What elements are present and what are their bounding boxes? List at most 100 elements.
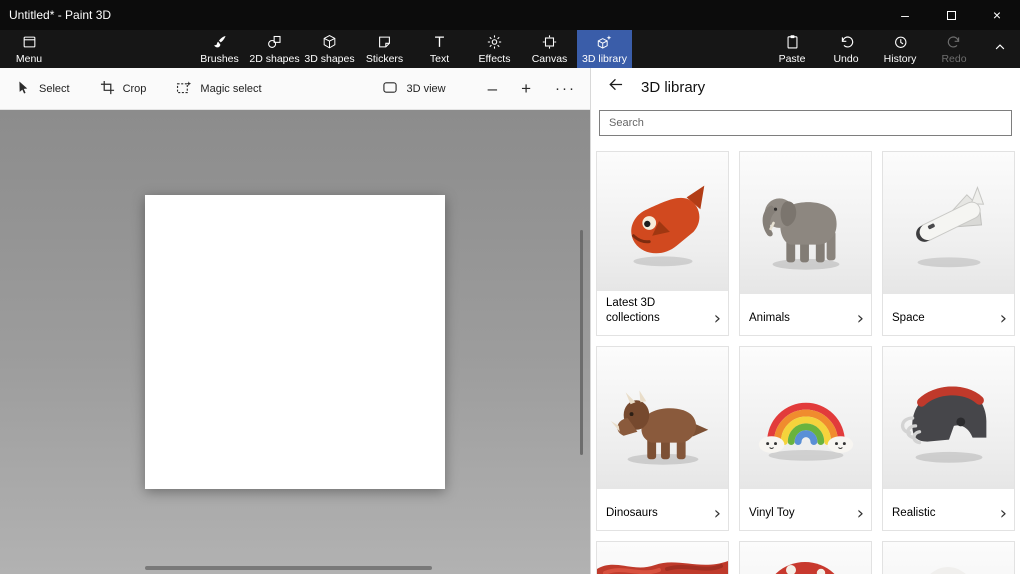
tab-label: Canvas — [532, 53, 568, 65]
paste-button[interactable]: Paste — [765, 30, 819, 68]
history-button[interactable]: History — [873, 30, 927, 68]
card-label: Latest 3D collections — [606, 296, 702, 327]
action-label: Undo — [833, 53, 858, 65]
brush-icon — [211, 34, 228, 50]
tab-canvas[interactable]: Canvas — [522, 30, 577, 68]
tab-stickers[interactable]: Stickers — [357, 30, 412, 68]
tab-effects[interactable]: Effects — [467, 30, 522, 68]
select-tool-label: Select — [39, 83, 70, 95]
selection-tools-group: Select Crop Magic select — [16, 80, 262, 98]
category-card-partial-2[interactable] — [739, 541, 872, 574]
redo-button[interactable]: Redo — [927, 30, 981, 68]
3d-view-icon — [382, 80, 398, 98]
elephant-model-thumbnail — [740, 152, 871, 294]
collapse-ribbon-button[interactable] — [984, 30, 1016, 68]
3d-library-icon — [596, 34, 613, 50]
card-footer: Dinosaurs › — [597, 489, 728, 530]
canvas-horizontal-scrollbar[interactable] — [145, 566, 432, 570]
undo-icon — [838, 34, 855, 50]
category-card-dinosaurs[interactable]: Dinosaurs › — [596, 346, 729, 531]
close-button[interactable]: × — [974, 0, 1020, 30]
category-card-vinyl-toy[interactable]: Vinyl Toy › — [739, 346, 872, 531]
tab-label: 3D library — [582, 53, 627, 65]
paste-icon — [784, 34, 801, 50]
tab-label: Text — [430, 53, 449, 65]
action-label: Paste — [779, 53, 806, 65]
zoom-out-button[interactable]: – — [488, 80, 497, 97]
category-card-latest-3d-collections[interactable]: Latest 3D collections › — [596, 151, 729, 336]
back-arrow-icon — [605, 76, 624, 98]
tab-3d-shapes[interactable]: 3D shapes — [302, 30, 357, 68]
card-label: Animals — [749, 311, 790, 327]
tab-3d-library[interactable]: 3D library — [577, 30, 632, 68]
magic-select-icon — [176, 80, 192, 98]
menu-button[interactable]: Menu — [8, 30, 50, 68]
action-label: History — [884, 53, 917, 65]
category-card-partial-3[interactable] — [882, 541, 1015, 574]
tab-label: 3D shapes — [304, 53, 354, 65]
minimize-icon: – — [901, 7, 909, 23]
chevron-right-icon: › — [1000, 311, 1007, 327]
category-card-partial-1[interactable] — [596, 541, 729, 574]
2d-shapes-icon — [266, 34, 283, 50]
3d-view-label: 3D view — [406, 83, 445, 95]
light-object-model-thumbnail — [883, 542, 1014, 574]
3d-shapes-icon — [321, 34, 338, 50]
rainbow-toy-model-thumbnail — [740, 347, 871, 489]
zoom-in-button[interactable]: + — [521, 80, 531, 97]
library-category-grid: Latest 3D collections › — [596, 151, 1016, 574]
category-card-realistic[interactable]: Realistic › — [882, 346, 1015, 531]
card-footer: Latest 3D collections › — [597, 291, 728, 335]
chevron-right-icon: › — [714, 506, 721, 522]
titlebar: Untitled* - Paint 3D – × — [0, 0, 1020, 30]
tab-label: 2D shapes — [249, 53, 299, 65]
close-icon: × — [993, 7, 1001, 23]
card-label: Realistic — [892, 506, 935, 522]
3d-view-toggle[interactable]: 3D view — [382, 80, 445, 98]
history-icon — [892, 34, 909, 50]
chevron-right-icon: › — [857, 311, 864, 327]
undo-button[interactable]: Undo — [819, 30, 873, 68]
tab-text[interactable]: Text — [412, 30, 467, 68]
tab-label: Effects — [479, 53, 511, 65]
drawing-canvas[interactable] — [145, 195, 445, 489]
menu-label: Menu — [16, 53, 42, 65]
minimize-button[interactable]: – — [882, 0, 928, 30]
chevron-right-icon: › — [857, 506, 864, 522]
triceratops-model-thumbnail — [597, 347, 728, 489]
card-footer: Space › — [883, 294, 1014, 335]
tab-brushes[interactable]: Brushes — [192, 30, 247, 68]
select-cursor-icon — [16, 80, 31, 98]
card-label: Space — [892, 311, 925, 327]
stickers-icon — [376, 34, 393, 50]
red-fabric-model-thumbnail — [597, 542, 728, 574]
category-card-animals[interactable]: Animals › — [739, 151, 872, 336]
select-tool-button[interactable]: Select — [16, 80, 70, 98]
category-card-space[interactable]: Space › — [882, 151, 1015, 336]
crop-icon — [100, 80, 115, 98]
crop-tool-button[interactable]: Crop — [100, 80, 147, 98]
effects-icon — [486, 34, 503, 50]
tab-label: Brushes — [200, 53, 239, 65]
card-label: Dinosaurs — [606, 506, 658, 522]
tool-options-bar: Select Crop Magic select — [0, 68, 590, 110]
search-input[interactable] — [599, 110, 1012, 136]
back-button[interactable] — [599, 72, 629, 102]
crop-tool-label: Crop — [123, 83, 147, 95]
chevron-right-icon: › — [714, 311, 721, 327]
tab-label: Stickers — [366, 53, 403, 65]
3d-library-panel: 3D library Latest 3D collections › — [590, 68, 1020, 574]
ribbon-toolbar: Menu Brushes 2D shapes 3D shapes — [0, 30, 1020, 68]
action-label: Redo — [941, 53, 966, 65]
tab-2d-shapes[interactable]: 2D shapes — [247, 30, 302, 68]
magic-select-tool-button[interactable]: Magic select — [176, 80, 261, 98]
menu-icon — [21, 34, 38, 50]
canvas-vertical-scrollbar[interactable] — [580, 230, 583, 455]
card-footer: Vinyl Toy › — [740, 489, 871, 530]
more-options-button[interactable]: ··· — [555, 86, 576, 92]
panel-header: 3D library — [591, 68, 1020, 106]
view-controls-group: 3D view – + ··· — [382, 80, 576, 98]
workspace-background — [0, 110, 590, 574]
maximize-button[interactable] — [928, 0, 974, 30]
football-helmet-model-thumbnail — [883, 347, 1014, 489]
